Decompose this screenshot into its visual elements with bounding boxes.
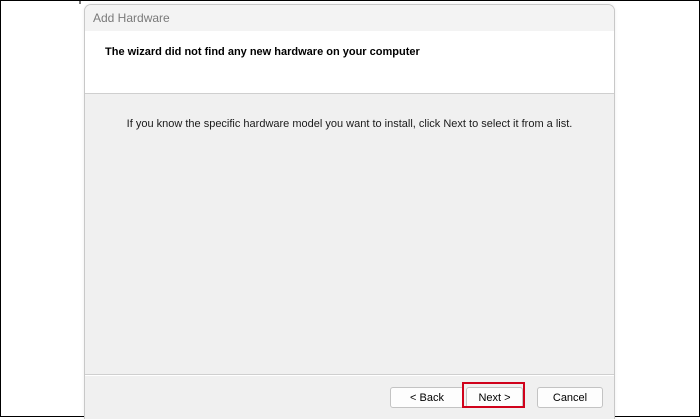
next-button-highlight bbox=[462, 382, 525, 408]
wizard-header: The wizard did not find any new hardware… bbox=[85, 31, 614, 94]
edge-mark bbox=[79, 1, 81, 4]
cancel-button[interactable]: Cancel bbox=[537, 387, 603, 408]
instruction-text: If you know the specific hardware model … bbox=[126, 118, 573, 130]
header-title: The wizard did not find any new hardware… bbox=[105, 46, 420, 58]
title-bar[interactable]: Add Hardware bbox=[85, 5, 614, 31]
add-hardware-dialog: Add Hardware The wizard did not find any… bbox=[84, 4, 615, 419]
button-separator bbox=[85, 374, 614, 376]
window-title: Add Hardware bbox=[93, 11, 170, 25]
back-button[interactable]: < Back bbox=[390, 387, 464, 408]
